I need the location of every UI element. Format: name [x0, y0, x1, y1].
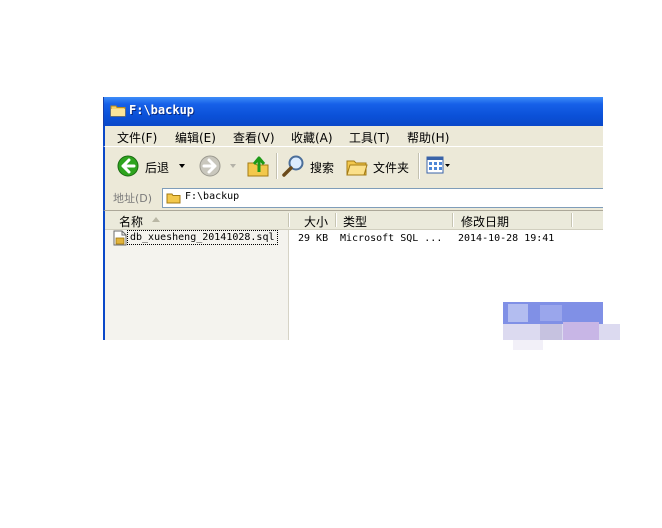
file-modified: 2014-10-28 19:41	[458, 233, 555, 244]
column-separator[interactable]	[288, 213, 289, 227]
address-field[interactable]: F:\backup	[162, 188, 603, 208]
column-modified[interactable]: 修改日期	[461, 213, 509, 230]
back-arrow-icon	[117, 155, 139, 177]
address-value: F:\backup	[185, 191, 240, 202]
sort-arrow-icon	[152, 217, 160, 222]
column-separator[interactable]	[335, 213, 336, 227]
menu-help[interactable]: 帮助(H)	[407, 129, 449, 146]
column-header: 名称 大小 类型 修改日期	[105, 211, 603, 230]
views-icon[interactable]	[426, 156, 450, 176]
file-type: Microsoft SQL ...	[340, 233, 443, 244]
folders-icon	[346, 160, 368, 176]
menu-tools[interactable]: 工具(T)	[349, 129, 390, 146]
folders-label: 文件夹	[373, 161, 410, 175]
back-button[interactable]: 后退	[117, 155, 183, 177]
search-icon	[282, 155, 304, 177]
menu-file[interactable]: 文件(F)	[117, 129, 157, 146]
dropdown-arrow-icon[interactable]	[179, 164, 185, 168]
menu-edit[interactable]: 编辑(E)	[175, 129, 216, 146]
folder-icon	[110, 105, 126, 117]
folder-icon	[166, 193, 181, 204]
column-size[interactable]: 大小	[304, 213, 328, 230]
toolbar-separator	[418, 153, 419, 179]
column-separator[interactable]	[571, 213, 572, 227]
column-type[interactable]: 类型	[343, 213, 367, 230]
dropdown-arrow-icon[interactable]	[230, 164, 236, 168]
file-size: 29 KB	[298, 233, 329, 244]
toolbar: 后退 搜索 文件夹	[103, 146, 603, 186]
column-name[interactable]: 名称	[119, 213, 143, 230]
folders-button[interactable]: 文件夹	[345, 155, 413, 177]
address-label: 地址(D)	[113, 192, 153, 205]
forward-arrow-icon[interactable]	[199, 155, 221, 177]
column-separator[interactable]	[452, 213, 453, 227]
search-button[interactable]: 搜索	[282, 155, 338, 177]
up-folder-icon[interactable]	[246, 154, 270, 178]
window-title: F:\backup	[129, 103, 195, 117]
menu-favorites[interactable]: 收藏(A)	[291, 129, 333, 146]
file-row[interactable]: db_xuesheng_20141028.sql 29 KB Microsoft…	[105, 229, 603, 247]
toolbar-separator	[276, 153, 277, 179]
menu-bar: 文件(F) 编辑(E) 查看(V) 收藏(A) 工具(T) 帮助(H)	[103, 126, 603, 146]
menu-view[interactable]: 查看(V)	[233, 129, 275, 146]
search-label: 搜索	[310, 161, 335, 175]
file-name: db_xuesheng_20141028.sql	[127, 230, 278, 245]
title-bar[interactable]: F:\backup	[103, 97, 603, 126]
address-bar: 地址(D) F:\backup	[103, 185, 603, 211]
sql-file-icon	[113, 230, 127, 246]
back-label: 后退	[145, 161, 170, 175]
